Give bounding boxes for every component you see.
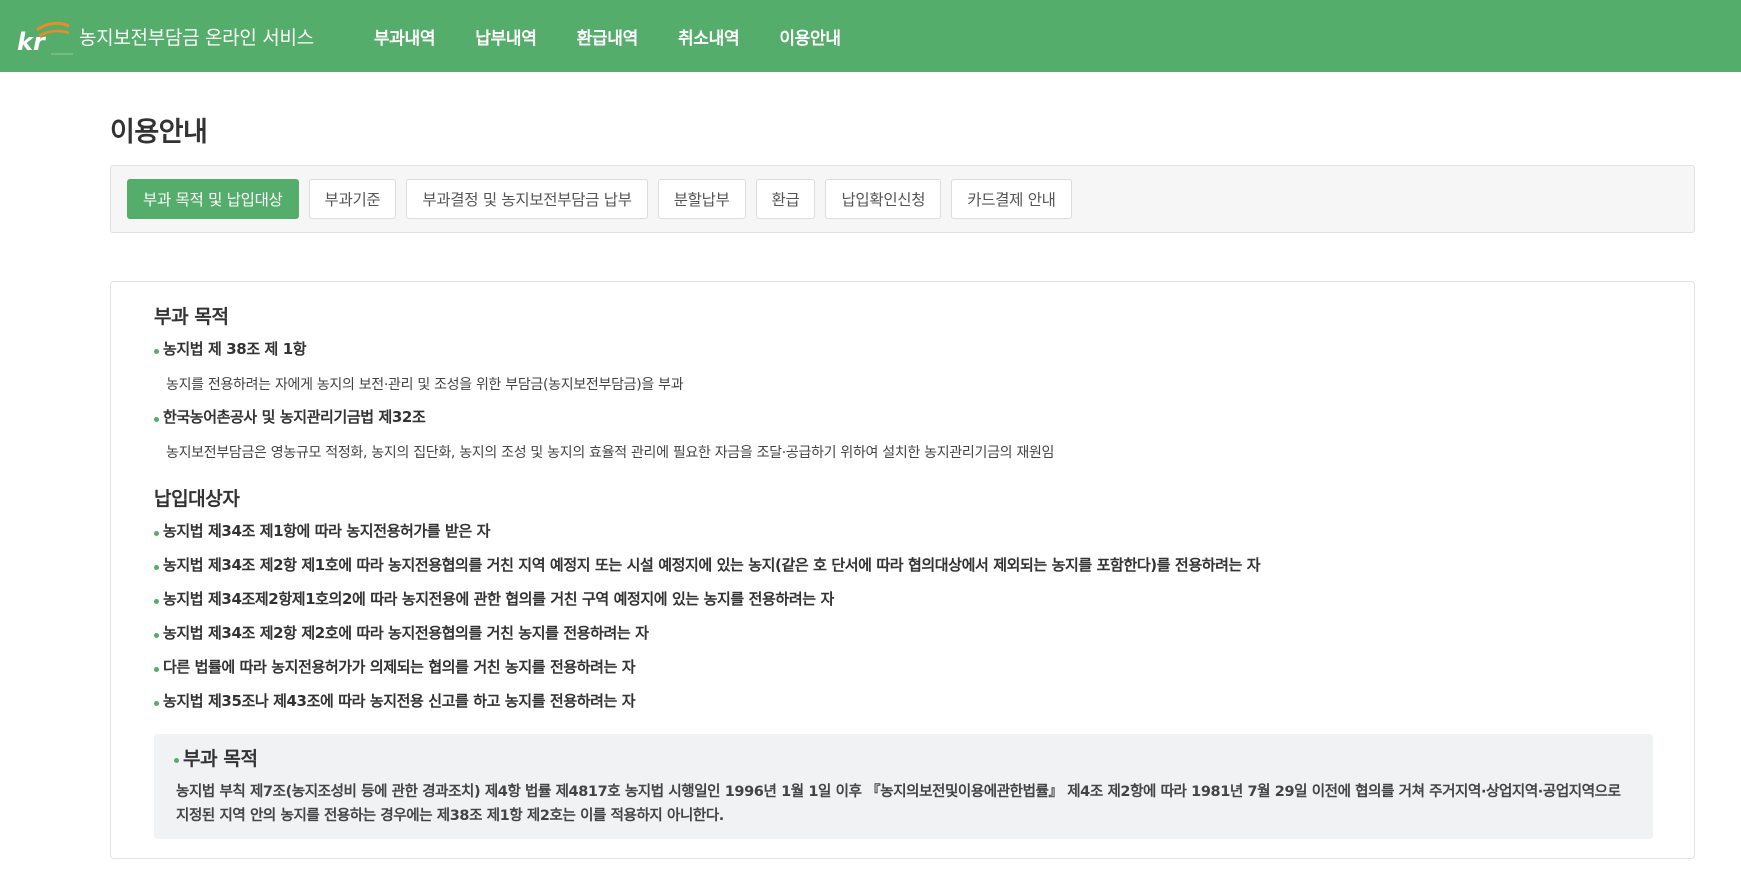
- list-item: 농지법 제34조 제2항 제2호에 따라 농지전용협의를 거친 농지를 전용하려…: [154, 622, 649, 643]
- payer-item-text: 다른 법률에 따라 농지전용허가가 의제되는 협의를 거친 농지를 전용하려는 …: [163, 658, 636, 676]
- list-item: 농지법 제 38조 제 1항: [154, 338, 307, 359]
- tab-refund[interactable]: 환급: [755, 179, 816, 219]
- page-title: 이용안내: [110, 117, 208, 148]
- payer-item-text: 농지법 제34조 제2항 제2호에 따라 농지전용협의를 거친 농지를 전용하려…: [163, 624, 649, 642]
- bullet-dot-icon: [174, 758, 179, 763]
- bullet-dot-icon: [154, 599, 159, 604]
- bullet-description: 농지보전부담금은 영농규모 적정화, 농지의 집단화, 농지의 조성 및 농지의…: [166, 445, 1055, 461]
- payer-item-text: 농지법 제35조나 제43조에 따라 농지전용 신고를 하고 농지를 전용하려는…: [163, 692, 636, 710]
- bullet-description: 농지를 전용하려는 자에게 농지의 보전·관리 및 조성을 위한 부담금(농지보…: [166, 377, 684, 393]
- main-nav: 부과내역 납부내역 환급내역 취소내역 이용안내: [374, 24, 881, 49]
- content-panel: 부과 목적 농지법 제 38조 제 1항 농지를 전용하려는 자에게 농지의 보…: [110, 281, 1695, 859]
- nav-item-guide[interactable]: 이용안내: [779, 24, 841, 49]
- note-title: 부과 목적: [174, 744, 258, 771]
- logo-text: kr: [17, 28, 47, 56]
- bullet-dot-icon: [154, 667, 159, 672]
- tab-card-payment[interactable]: 카드결제 안내: [951, 179, 1072, 219]
- nav-item-levy[interactable]: 부과내역: [374, 24, 436, 49]
- section-title-purpose: 부과 목적: [154, 306, 229, 328]
- payer-item-text: 농지법 제34조제2항제1호의2에 따라 농지전용에 관한 협의를 거친 구역 …: [163, 590, 834, 608]
- list-item: 농지법 제35조나 제43조에 따라 농지전용 신고를 하고 농지를 전용하려는…: [154, 690, 636, 711]
- tab-levy-decision-payment[interactable]: 부과결정 및 농지보전부담금 납부: [406, 179, 648, 219]
- bullet-dot-icon: [154, 701, 159, 706]
- note-box: 부과 목적 농지법 부칙 제7조(농지조성비 등에 관한 경과조치) 제4항 법…: [154, 734, 1653, 839]
- service-title: 농지보전부담금 온라인 서비스: [79, 26, 314, 49]
- tab-installment[interactable]: 분할납부: [657, 179, 746, 219]
- bullet-dot-icon: [154, 531, 159, 536]
- list-item: 농지법 제34조 제2항 제1호에 따라 농지전용협의를 거친 지역 예정지 또…: [154, 554, 1261, 575]
- note-title-text: 부과 목적: [183, 748, 258, 770]
- list-item: 농지법 제34조 제1항에 따라 농지전용허가를 받은 자: [154, 520, 490, 541]
- bullet-dot-icon: [154, 565, 159, 570]
- list-item: 농지법 제34조제2항제1호의2에 따라 농지전용에 관한 협의를 거친 구역 …: [154, 588, 834, 609]
- brand[interactable]: kr 농지보전부담금 온라인 서비스: [17, 16, 314, 56]
- note-text: 농지법 부칙 제7조(농지조성비 등에 관한 경과조치) 제4항 법률 제481…: [176, 784, 1621, 824]
- bullet-dot-icon: [154, 633, 159, 638]
- nav-item-cancel[interactable]: 취소내역: [678, 24, 740, 49]
- list-item: 다른 법률에 따라 농지전용허가가 의제되는 협의를 거친 농지를 전용하려는 …: [154, 656, 636, 677]
- guide-tabs: 부과 목적 및 납입대상 부과기준 부과결정 및 농지보전부담금 납부 분할납부…: [110, 165, 1695, 233]
- tab-levy-criteria[interactable]: 부과기준: [308, 179, 397, 219]
- section-title-payers: 납입대상자: [154, 488, 240, 510]
- payer-item-text: 농지법 제34조 제2항 제1호에 따라 농지전용협의를 거친 지역 예정지 또…: [163, 556, 1261, 574]
- bullet-dot-icon: [154, 417, 159, 422]
- bullet-dot-icon: [154, 349, 159, 354]
- tab-payment-confirmation[interactable]: 납입확인신청: [825, 179, 942, 219]
- bullet-heading: 한국농어촌공사 및 농지관리기금법 제32조: [163, 408, 426, 426]
- payer-item-text: 농지법 제34조 제1항에 따라 농지전용허가를 받은 자: [163, 522, 491, 540]
- bullet-heading: 농지법 제 38조 제 1항: [163, 340, 307, 358]
- top-navigation-bar: kr 농지보전부담금 온라인 서비스 부과내역 납부내역 환급내역 취소내역 이…: [0, 0, 1741, 72]
- nav-item-payment[interactable]: 납부내역: [475, 24, 537, 49]
- kr-logo-icon: kr: [17, 16, 75, 56]
- tab-purpose-and-payers[interactable]: 부과 목적 및 납입대상: [127, 179, 299, 219]
- nav-item-refund[interactable]: 환급내역: [577, 24, 639, 49]
- list-item: 한국농어촌공사 및 농지관리기금법 제32조: [154, 406, 426, 427]
